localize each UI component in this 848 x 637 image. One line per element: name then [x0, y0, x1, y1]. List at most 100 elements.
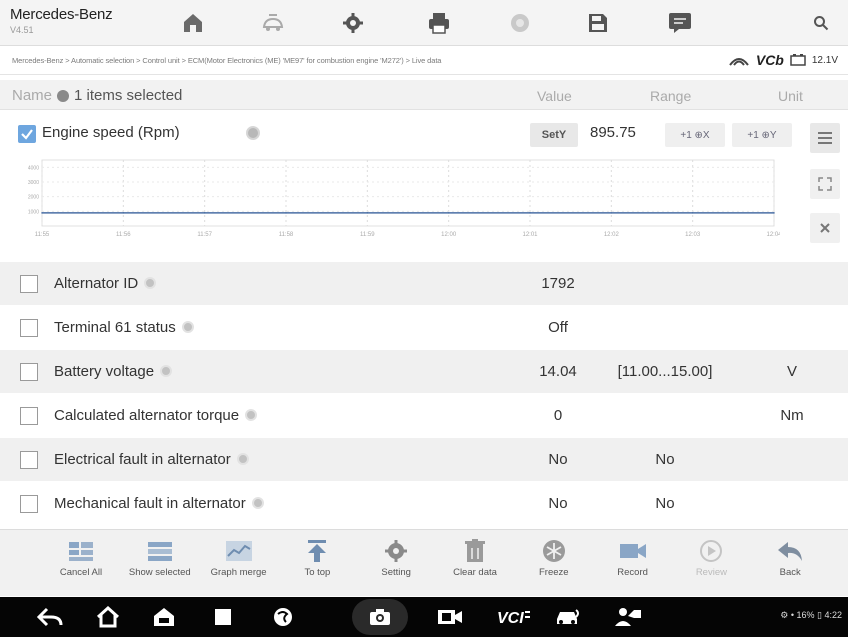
table-row[interactable]: Calculated alternator torque 0 Nm [0, 394, 848, 438]
function-label: Graph merge [210, 567, 267, 578]
x-tick-label: 11:57 [197, 232, 212, 238]
list-header: Name 1 items selected Value Range Unit [0, 80, 848, 110]
cancel-all-button[interactable]: Cancel All [41, 534, 121, 594]
name-column-header[interactable]: Name 1 items selected [12, 87, 182, 104]
row-checkbox[interactable] [20, 451, 38, 469]
zoom-x-label: +1 ⊕X [680, 129, 710, 141]
to-top-button[interactable]: To top [277, 534, 357, 594]
row-name-label: Electrical fault in alternator [54, 451, 231, 468]
row-value: Off [548, 319, 568, 336]
unit-column-header: Unit [778, 88, 803, 104]
function-label: Back [779, 567, 801, 578]
expand-icon[interactable] [810, 169, 840, 199]
engine-speed-checkbox[interactable] [18, 125, 36, 143]
camera-icon[interactable] [362, 603, 398, 631]
function-label: Show selected [128, 567, 191, 578]
y-tick-label: 2000 [28, 195, 39, 201]
x-tick-label: 12:01 [522, 232, 538, 238]
row-checkbox[interactable] [20, 495, 38, 513]
row-name-label: Battery voltage [54, 363, 155, 380]
row-checkbox[interactable] [20, 275, 38, 293]
settings-icon[interactable] [338, 8, 368, 38]
table-row[interactable]: Electrical fault in alternator No No [0, 438, 848, 482]
car-remote-icon[interactable] [550, 603, 586, 631]
set-y-button[interactable]: SetY [530, 123, 578, 147]
top-toolbar: Mercedes-Benz V4.51 [0, 0, 848, 46]
home-icon[interactable] [178, 8, 208, 38]
close-icon[interactable] [810, 213, 840, 243]
graph-merge-button[interactable]: Graph merge [199, 534, 279, 594]
row-value: No [548, 451, 568, 468]
help-icon[interactable] [505, 8, 535, 38]
info-icon[interactable] [181, 321, 194, 334]
function-label: Cancel All [59, 567, 103, 578]
status-bar-info: ⚙ • 16% ▯ 4:22 [780, 610, 842, 620]
vci-label: VCb [755, 52, 784, 68]
row-unit: Nm [780, 407, 804, 424]
row-checkbox[interactable] [20, 319, 38, 337]
x-tick-label: 12:00 [441, 232, 457, 238]
clear-data-icon [464, 534, 486, 568]
table-row[interactable]: Mechanical fault in alternator No No [0, 482, 848, 526]
row-name-label: Mechanical fault in alternator [54, 495, 246, 512]
function-label: Review [695, 567, 727, 578]
record-button[interactable]: Record [593, 534, 673, 594]
info-icon[interactable] [245, 409, 258, 422]
x-tick-label: 12:03 [685, 232, 701, 238]
clear-data-button[interactable]: Clear data [435, 534, 515, 594]
battery-voltage: 12.1V [811, 54, 838, 66]
support-user-icon[interactable] [610, 603, 646, 631]
info-icon[interactable] [236, 453, 249, 466]
data-point [41, 212, 43, 214]
graph-panel: Engine speed (Rpm) SetY 895.75 +1 ⊕X +1 … [0, 112, 848, 262]
graph-title: Engine speed (Rpm) [42, 124, 180, 141]
svg-text:VCI: VCI [497, 610, 524, 626]
data-point [773, 212, 775, 214]
message-icon[interactable] [665, 8, 695, 38]
setting-button[interactable]: Setting [356, 534, 436, 594]
function-label: Freeze [539, 567, 569, 578]
zoom-y-button[interactable]: +1 ⊕Y [732, 123, 792, 147]
record-icon [619, 534, 647, 568]
menu-icon[interactable] [810, 123, 840, 153]
row-checkbox[interactable] [20, 407, 38, 425]
android-nav-bar: VCI ⚙ • 16% ▯ 4:22 [0, 597, 848, 637]
screen-record-icon[interactable] [432, 603, 468, 631]
x-tick-label: 11:55 [35, 232, 50, 238]
vehicle-swap-icon[interactable] [258, 8, 288, 38]
search-icon[interactable] [806, 8, 836, 38]
x-tick-label: 12:04 [766, 232, 780, 238]
sort-icon[interactable] [56, 89, 70, 103]
browser-icon[interactable] [265, 603, 301, 631]
zoom-x-button[interactable]: +1 ⊕X [665, 123, 725, 147]
autel-home-icon[interactable] [146, 603, 182, 631]
table-row[interactable]: Alternator ID 1792 [0, 262, 848, 306]
row-value: 0 [553, 407, 563, 424]
print-icon[interactable] [424, 8, 454, 38]
info-icon[interactable] [160, 365, 173, 378]
row-value: 1792 [541, 275, 575, 292]
recent-apps-icon[interactable] [205, 603, 241, 631]
x-tick-label: 11:58 [279, 232, 294, 238]
row-checkbox[interactable] [20, 363, 38, 381]
freeze-icon [542, 534, 566, 568]
function-label: Clear data [453, 567, 497, 578]
info-icon[interactable] [144, 277, 157, 290]
range-column-header: Range [650, 88, 692, 104]
back-nav-icon[interactable] [32, 603, 68, 631]
vci-manager-icon[interactable]: VCI [492, 603, 536, 631]
freeze-button[interactable]: Freeze [514, 534, 594, 594]
show-selected-button[interactable]: Show selected [120, 534, 200, 594]
info-icon[interactable] [251, 497, 264, 510]
info-icon[interactable] [246, 126, 260, 140]
wifi-connection-icon [729, 58, 749, 66]
save-icon[interactable] [583, 8, 613, 38]
selected-count: 1 items selected [74, 87, 183, 104]
back-button[interactable]: Back [750, 534, 830, 594]
review-button[interactable]: Review [671, 534, 751, 594]
home-nav-icon[interactable] [90, 603, 126, 631]
table-row[interactable]: Terminal 61 status Off [0, 306, 848, 350]
x-tick-label: 11:56 [116, 232, 131, 238]
table-row[interactable]: Battery voltage 14.04 [11.00...15.00] V [0, 350, 848, 394]
y-tick-label: 1000 [28, 209, 39, 215]
